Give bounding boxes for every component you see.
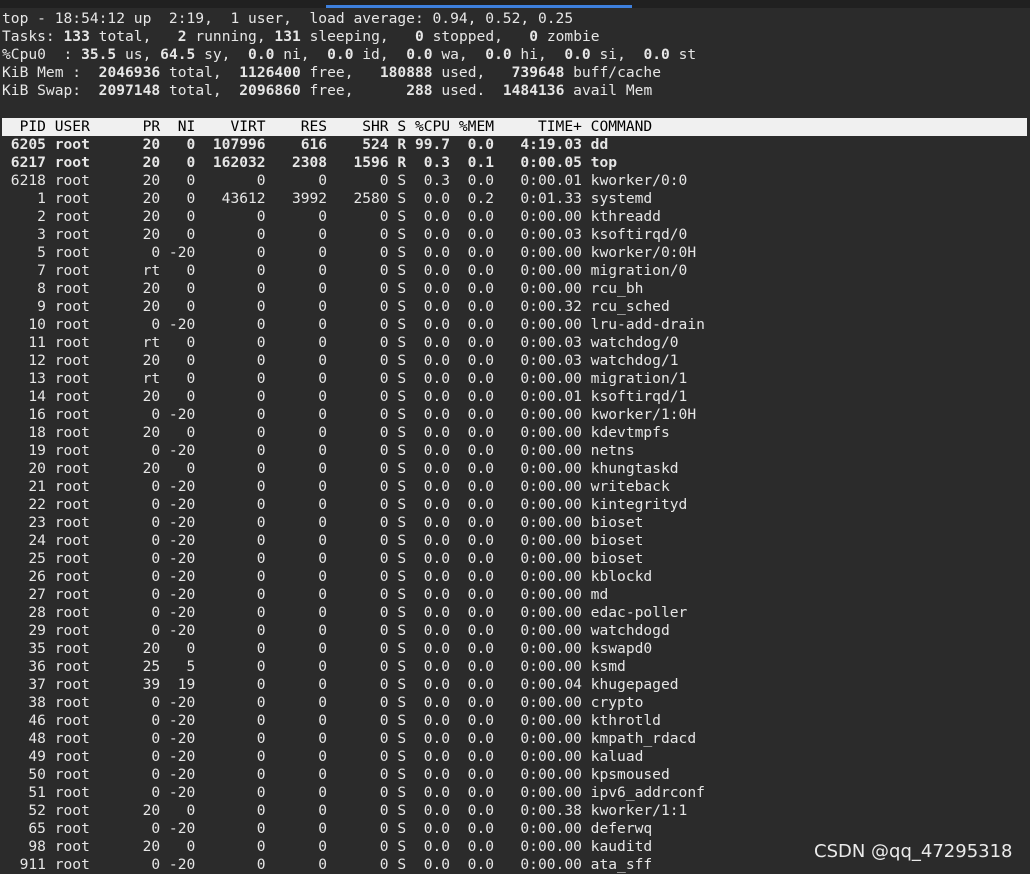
table-row: 7 root rt 0 0 0 0 S 0.0 0.0 0:00.00 migr… — [2, 262, 688, 279]
table-row: 49 root 0 -20 0 0 0 S 0.0 0.0 0:00.00 ka… — [2, 748, 644, 765]
table-row: 1 root 20 0 43612 3992 2580 S 0.0 0.2 0:… — [2, 190, 653, 207]
cpu-line: %Cpu0 : 35.5 us, 64.5 sy, 0.0 ni, 0.0 id… — [2, 46, 697, 63]
table-row: 20 root 20 0 0 0 0 S 0.0 0.0 0:00.00 khu… — [2, 460, 679, 477]
terminal-output[interactable]: top - 18:54:12 up 2:19, 1 user, load ave… — [2, 10, 1030, 874]
table-row: 12 root 20 0 0 0 0 S 0.0 0.0 0:00.03 wat… — [2, 352, 679, 369]
table-row: 14 root 20 0 0 0 0 S 0.0 0.0 0:00.01 kso… — [2, 388, 688, 405]
table-row: 8 root 20 0 0 0 0 S 0.0 0.0 0:00.00 rcu_… — [2, 280, 644, 297]
table-row: 52 root 20 0 0 0 0 S 0.0 0.0 0:00.38 kwo… — [2, 802, 688, 819]
tasks-line: Tasks: 133 total, 2 running, 131 sleepin… — [2, 28, 600, 45]
table-row: 36 root 25 5 0 0 0 S 0.0 0.0 0:00.00 ksm… — [2, 658, 626, 675]
table-row: 3 root 20 0 0 0 0 S 0.0 0.0 0:00.03 ksof… — [2, 226, 688, 243]
table-row: 6205 root 20 0 107996 616 524 R 99.7 0.0… — [2, 136, 609, 153]
table-row: 38 root 0 -20 0 0 0 S 0.0 0.0 0:00.00 cr… — [2, 694, 644, 711]
table-row: 11 root rt 0 0 0 0 S 0.0 0.0 0:00.03 wat… — [2, 334, 679, 351]
table-row: 13 root rt 0 0 0 0 S 0.0 0.0 0:00.00 mig… — [2, 370, 688, 387]
uptime-line: top - 18:54:12 up 2:19, 1 user, load ave… — [2, 10, 574, 27]
table-row: 27 root 0 -20 0 0 0 S 0.0 0.0 0:00.00 md — [2, 586, 609, 603]
mem-line: KiB Mem : 2046936 total, 1126400 free, 1… — [2, 64, 662, 81]
table-row: 22 root 0 -20 0 0 0 S 0.0 0.0 0:00.00 ki… — [2, 496, 688, 513]
table-row: 19 root 0 -20 0 0 0 S 0.0 0.0 0:00.00 ne… — [2, 442, 635, 459]
terminal-tab-bar — [0, 0, 1030, 8]
table-row: 50 root 0 -20 0 0 0 S 0.0 0.0 0:00.00 kp… — [2, 766, 670, 783]
table-row: 5 root 0 -20 0 0 0 S 0.0 0.0 0:00.00 kwo… — [2, 244, 697, 261]
table-row: 24 root 0 -20 0 0 0 S 0.0 0.0 0:00.00 bi… — [2, 532, 644, 549]
process-table-header: PID USER PR NI VIRT RES SHR S %CPU %MEM … — [2, 118, 1027, 136]
csdn-watermark: CSDN @qq_47295318 — [814, 841, 1013, 862]
table-row: 35 root 20 0 0 0 0 S 0.0 0.0 0:00.00 ksw… — [2, 640, 653, 657]
table-row: 6218 root 20 0 0 0 0 S 0.3 0.0 0:00.01 k… — [2, 172, 688, 189]
table-row: 48 root 0 -20 0 0 0 S 0.0 0.0 0:00.00 km… — [2, 730, 697, 747]
table-row: 26 root 0 -20 0 0 0 S 0.0 0.0 0:00.00 kb… — [2, 568, 653, 585]
table-row: 37 root 39 19 0 0 0 S 0.0 0.0 0:00.04 kh… — [2, 676, 679, 693]
table-row: 65 root 0 -20 0 0 0 S 0.0 0.0 0:00.00 de… — [2, 820, 653, 837]
table-row: 9 root 20 0 0 0 0 S 0.0 0.0 0:00.32 rcu_… — [2, 298, 670, 315]
swap-line: KiB Swap: 2097148 total, 2096860 free, 2… — [2, 82, 653, 99]
table-row: 29 root 0 -20 0 0 0 S 0.0 0.0 0:00.00 wa… — [2, 622, 670, 639]
process-table: 6205 root 20 0 107996 616 524 R 99.7 0.0… — [2, 136, 1030, 874]
table-row: 10 root 0 -20 0 0 0 S 0.0 0.0 0:00.00 lr… — [2, 316, 705, 333]
table-row: 2 root 20 0 0 0 0 S 0.0 0.0 0:00.00 kthr… — [2, 208, 661, 225]
table-row: 21 root 0 -20 0 0 0 S 0.0 0.0 0:00.00 wr… — [2, 478, 670, 495]
table-row: 28 root 0 -20 0 0 0 S 0.0 0.0 0:00.00 ed… — [2, 604, 688, 621]
table-row: 6217 root 20 0 162032 2308 1596 R 0.3 0.… — [2, 154, 618, 171]
table-row: 25 root 0 -20 0 0 0 S 0.0 0.0 0:00.00 bi… — [2, 550, 644, 567]
table-row: 46 root 0 -20 0 0 0 S 0.0 0.0 0:00.00 kt… — [2, 712, 661, 729]
table-row: 18 root 20 0 0 0 0 S 0.0 0.0 0:00.00 kde… — [2, 424, 670, 441]
table-row: 51 root 0 -20 0 0 0 S 0.0 0.0 0:00.00 ip… — [2, 784, 705, 801]
table-row: 16 root 0 -20 0 0 0 S 0.0 0.0 0:00.00 kw… — [2, 406, 697, 423]
active-tab-indicator[interactable] — [326, 5, 632, 8]
table-row: 23 root 0 -20 0 0 0 S 0.0 0.0 0:00.00 bi… — [2, 514, 644, 531]
